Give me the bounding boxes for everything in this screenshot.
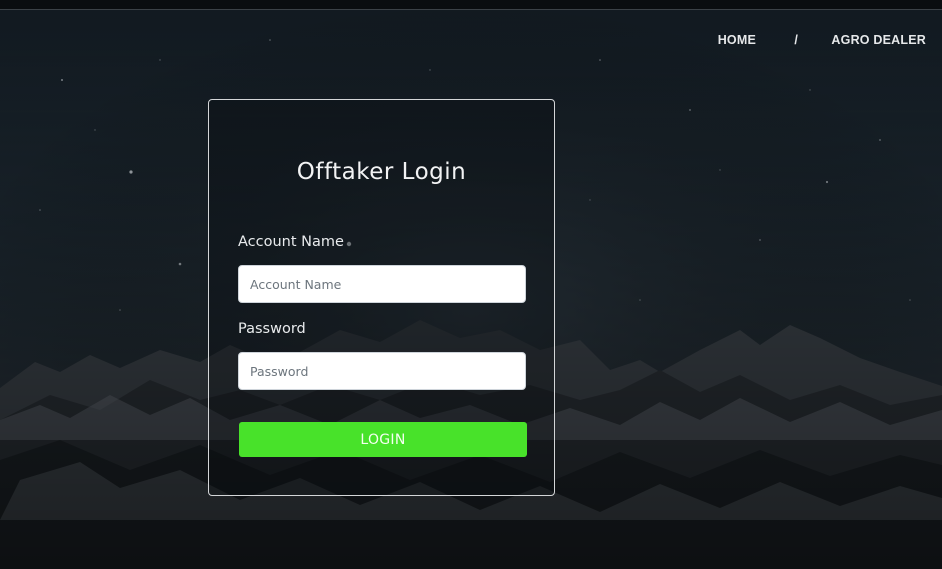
password-input[interactable] xyxy=(238,352,526,390)
password-label: Password xyxy=(238,321,306,337)
login-title: Offtaker Login xyxy=(296,159,467,185)
login-button[interactable]: LOGIN xyxy=(239,422,527,457)
nav-home-link[interactable]: HOME xyxy=(718,33,756,47)
nav-agro-dealer-link[interactable]: AGRO DEALER xyxy=(831,33,926,47)
nav-separator: / xyxy=(794,33,798,47)
account-name-label: Account Name xyxy=(238,234,344,250)
top-strip xyxy=(0,0,942,10)
offtaker-login-card: Offtaker Login Account Name Password LOG… xyxy=(208,99,555,496)
login-page: HOME / AGRO DEALER Offtaker Login Accoun… xyxy=(0,0,942,569)
account-name-input[interactable] xyxy=(238,265,526,303)
